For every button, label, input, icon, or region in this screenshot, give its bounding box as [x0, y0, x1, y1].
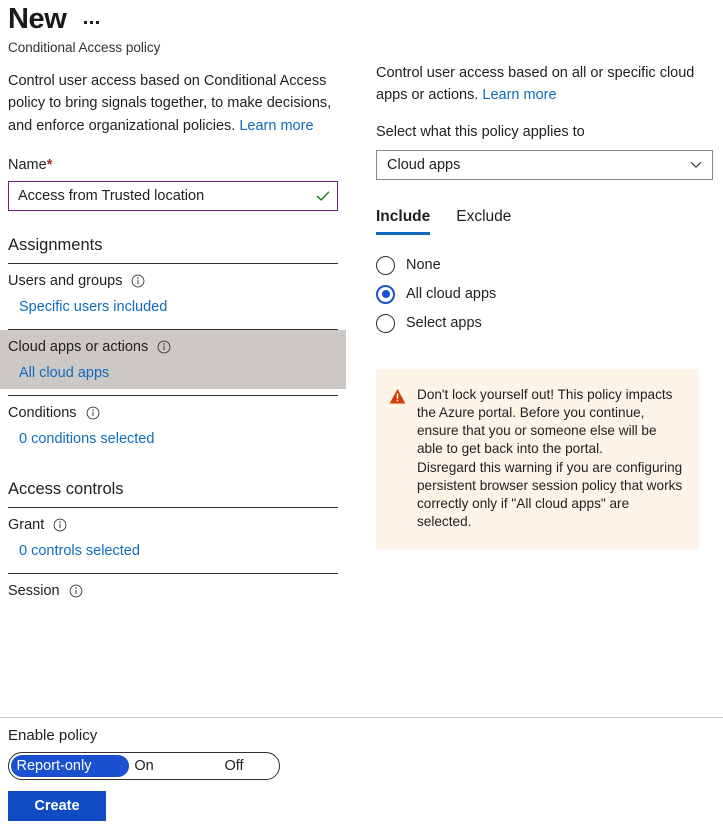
session-label: Session: [8, 583, 60, 600]
check-icon: [316, 191, 330, 201]
users-and-groups-label: Users and groups: [8, 273, 123, 290]
cloud-apps-radio-group: None All cloud apps Select apps: [376, 251, 723, 338]
cloud-apps-value-link[interactable]: All cloud apps: [19, 365, 109, 381]
page-title: New: [8, 3, 67, 35]
name-label-text: Name: [8, 157, 47, 174]
bottom-action-bar: Enable policy Report-only On Off Create: [0, 718, 723, 821]
info-icon[interactable]: [86, 406, 100, 420]
info-icon[interactable]: [131, 274, 145, 288]
radio-icon[interactable]: [376, 255, 395, 275]
page-header: New: [0, 0, 346, 36]
lockout-warning-box: Don't lock yourself out! This policy imp…: [376, 368, 699, 550]
radio-option-all-cloud-apps[interactable]: All cloud apps: [376, 280, 723, 309]
access-controls-heading: Access controls: [8, 480, 124, 499]
grant-value-link[interactable]: 0 controls selected: [19, 543, 140, 559]
radio-label-select-apps: Select apps: [406, 315, 482, 332]
sidebar-item-cloud-apps-or-actions[interactable]: Cloud apps or actions All cloud apps: [0, 330, 346, 390]
policy-applies-to-value: Cloud apps: [387, 156, 461, 173]
create-button[interactable]: Create: [8, 791, 106, 821]
toggle-option-off[interactable]: Off: [189, 756, 279, 776]
conditions-label: Conditions: [8, 405, 77, 422]
assignments-heading: Assignments: [8, 236, 103, 255]
page-subtitle: Conditional Access policy: [8, 40, 161, 55]
policy-form-panel: New Conditional Access policy Control us…: [0, 0, 346, 607]
policy-applies-to-label: Select what this policy applies to: [376, 123, 585, 140]
info-icon[interactable]: [69, 584, 83, 598]
users-and-groups-value-link[interactable]: Specific users included: [19, 299, 167, 315]
radio-label-all-cloud-apps: All cloud apps: [406, 286, 497, 303]
cloud-apps-label: Cloud apps or actions: [8, 339, 149, 356]
radio-icon-selected[interactable]: [376, 284, 395, 304]
radio-option-none[interactable]: None: [376, 251, 723, 280]
toggle-option-report-only[interactable]: Report-only: [9, 756, 99, 776]
policy-applies-to-select[interactable]: Cloud apps: [376, 149, 713, 180]
detail-intro-description: Control user access based on all or spec…: [376, 62, 723, 107]
sidebar-item-session[interactable]: Session: [0, 574, 346, 607]
warning-paragraph-1: Don't lock yourself out! This policy imp…: [417, 386, 673, 457]
chevron-down-icon[interactable]: [689, 158, 703, 172]
ellipsis-menu-icon[interactable]: [82, 17, 101, 28]
detail-learn-more-link[interactable]: Learn more: [482, 87, 556, 103]
conditions-value-link[interactable]: 0 conditions selected: [19, 431, 154, 447]
enable-policy-toggle[interactable]: Report-only On Off: [8, 752, 280, 780]
intro-learn-more-link[interactable]: Learn more: [239, 118, 313, 134]
enable-policy-label: Enable policy: [8, 727, 98, 744]
include-exclude-tabs: Include Exclude: [376, 206, 723, 235]
grant-label: Grant: [8, 517, 45, 534]
name-input-container[interactable]: [8, 181, 338, 212]
required-marker: *: [46, 157, 53, 174]
tab-include[interactable]: Include: [376, 206, 431, 235]
name-input[interactable]: [18, 188, 315, 205]
warning-text: Don't lock yourself out! This policy imp…: [417, 386, 683, 532]
warning-paragraph-2: Disregard this warning if you are config…: [417, 459, 683, 530]
radio-icon[interactable]: [376, 313, 395, 333]
info-icon[interactable]: [53, 518, 67, 532]
info-icon[interactable]: [157, 340, 171, 354]
radio-option-select-apps[interactable]: Select apps: [376, 309, 723, 338]
tab-exclude[interactable]: Exclude: [456, 206, 511, 235]
cloud-apps-detail-panel: Control user access based on all or spec…: [376, 0, 723, 550]
toggle-option-on[interactable]: On: [99, 756, 189, 776]
sidebar-item-users-and-groups[interactable]: Users and groups Specific users included: [0, 264, 346, 323]
radio-label-none: None: [406, 257, 441, 274]
sidebar-item-conditions[interactable]: Conditions 0 conditions selected: [0, 396, 346, 455]
warning-triangle-icon: [389, 388, 406, 404]
intro-description: Control user access based on Conditional…: [0, 70, 346, 137]
name-field-label: Name*: [0, 155, 346, 175]
sidebar-item-grant[interactable]: Grant 0 controls selected: [0, 508, 346, 567]
